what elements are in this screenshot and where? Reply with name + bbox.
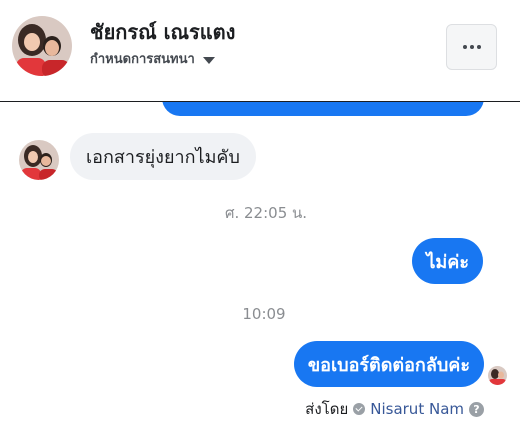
conversation-settings-dropdown[interactable]: กำหนดการสนทนา <box>90 48 215 69</box>
caret-down-icon <box>202 56 215 64</box>
more-options-icon-dot <box>476 45 481 49</box>
sender-name-link[interactable]: Nisarut Nam <box>370 400 464 418</box>
sent-check-icon <box>353 403 366 415</box>
more-options-icon-dot <box>469 45 474 49</box>
outgoing-message[interactable]: ไม่ค่ะ <box>412 238 483 284</box>
sent-by-info: ส่งโดย Nisarut Nam ? <box>305 397 484 421</box>
messenger-conversation: ชัยกรณ์ เณรแตง กำหนดการสนทนา เอกสารยุ่งย… <box>0 0 520 433</box>
contact-avatar[interactable] <box>12 16 72 76</box>
more-options-button[interactable] <box>446 24 497 70</box>
help-icon[interactable]: ? <box>469 401 484 417</box>
conversation-header: ชัยกรณ์ เณรแตง กำหนดการสนทนา <box>0 0 520 102</box>
sent-by-label: ส่งโดย <box>305 400 349 418</box>
more-options-icon <box>462 45 467 49</box>
incoming-message[interactable]: เอกสารยุ่งยากไมคับ <box>70 133 256 180</box>
outgoing-message[interactable]: ขอเบอร์ติดต่อกลับค่ะ <box>293 341 484 387</box>
incoming-sender-avatar[interactable] <box>19 140 59 180</box>
timestamp: ศ. 22:05 น. <box>224 204 308 222</box>
conversation-settings-label: กำหนดการสนทนา <box>90 52 195 67</box>
header-divider <box>0 101 520 102</box>
timestamp: 10:09 <box>242 305 286 323</box>
contact-name[interactable]: ชัยกรณ์ เณรแตง <box>90 16 235 48</box>
seen-by-avatar <box>488 366 507 385</box>
